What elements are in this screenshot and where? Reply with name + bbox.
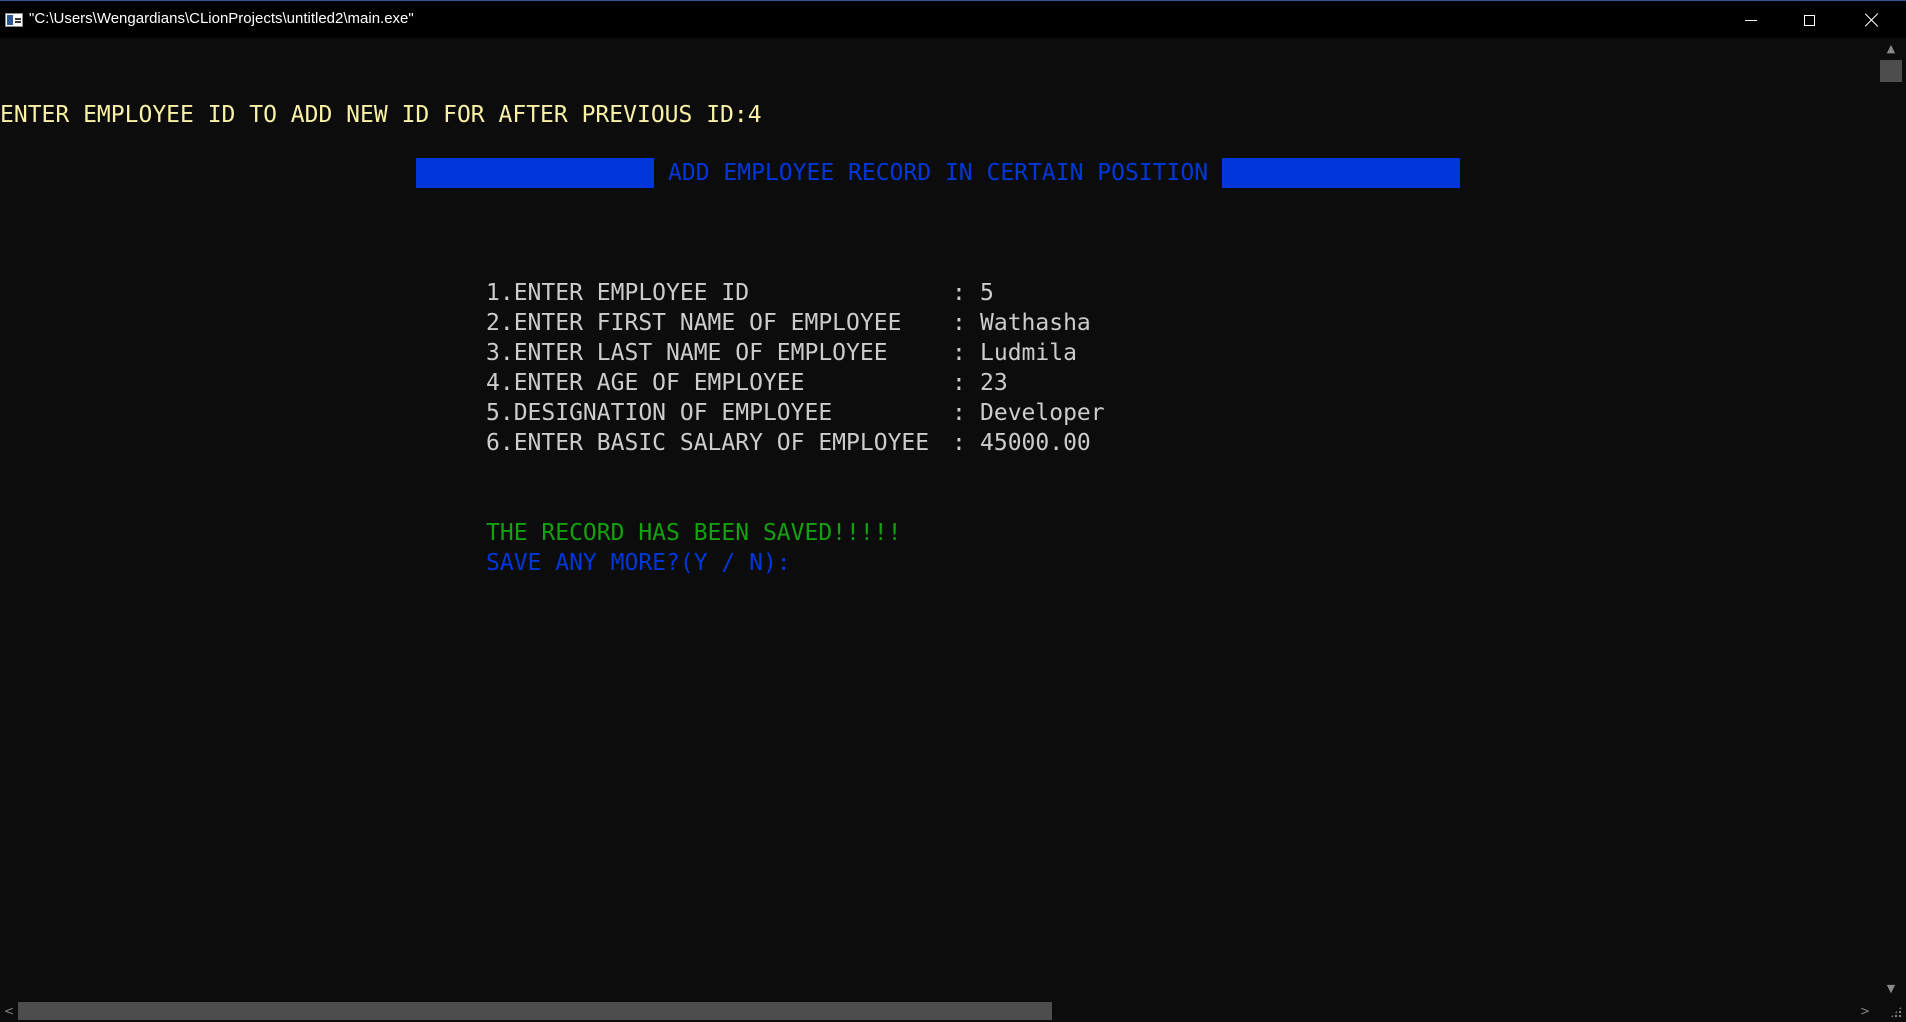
minimize-button[interactable] bbox=[1722, 1, 1780, 39]
form-row-employee-id: 1.ENTER EMPLOYEE ID : 5 bbox=[486, 278, 1105, 308]
form-row-age: 4.ENTER AGE OF EMPLOYEE : 23 bbox=[486, 368, 1105, 398]
window-title: "C:\Users\Wengardians\CLionProjects\unti… bbox=[29, 10, 414, 27]
banner-bar-right bbox=[1222, 158, 1461, 188]
horizontal-scroll-thumb[interactable] bbox=[18, 1002, 1052, 1020]
form-label: 1.ENTER EMPLOYEE ID bbox=[486, 280, 750, 306]
form-value: Developer bbox=[980, 400, 1105, 426]
form-row-basic-salary: 6.ENTER BASIC SALARY OF EMPLOYEE : 45000… bbox=[486, 428, 1105, 458]
save-more-prompt[interactable]: SAVE ANY MORE?(Y / N): bbox=[486, 548, 791, 578]
form-row-first-name: 2.ENTER FIRST NAME OF EMPLOYEE : Wathash… bbox=[486, 308, 1105, 338]
form-separator: : bbox=[952, 370, 966, 396]
employee-id-prompt: ENTER EMPLOYEE ID TO ADD NEW ID FOR AFTE… bbox=[0, 102, 762, 128]
maximize-button[interactable] bbox=[1780, 1, 1838, 39]
form-label: 4.ENTER AGE OF EMPLOYEE bbox=[486, 370, 805, 396]
form-row-designation: 5.DESIGNATION OF EMPLOYEE : Developer bbox=[486, 398, 1105, 428]
console-window: "C:\Users\Wengardians\CLionProjects\unti… bbox=[0, 0, 1906, 1022]
form-separator: : bbox=[952, 310, 966, 336]
minimize-icon bbox=[1745, 19, 1757, 21]
scroll-up-icon[interactable]: ▲ bbox=[1884, 42, 1898, 56]
banner-bar-left bbox=[416, 158, 654, 188]
employee-form: 1.ENTER EMPLOYEE ID : 5 2.ENTER FIRST NA… bbox=[486, 278, 1105, 458]
vertical-scroll-thumb[interactable] bbox=[1880, 60, 1902, 82]
resize-grip-icon bbox=[1890, 1006, 1902, 1018]
close-icon bbox=[1865, 13, 1879, 27]
record-saved-message: THE RECORD HAS BEEN SAVED!!!!! bbox=[486, 520, 902, 546]
maximize-icon bbox=[1803, 14, 1815, 26]
form-value: 23 bbox=[980, 370, 1008, 396]
vertical-scrollbar[interactable]: ▲ ▼ bbox=[1876, 38, 1906, 1000]
form-label: 5.DESIGNATION OF EMPLOYEE bbox=[486, 400, 833, 426]
form-separator: : bbox=[952, 430, 966, 456]
horizontal-scrollbar[interactable]: < > bbox=[0, 1000, 1906, 1022]
form-row-last-name: 3.ENTER LAST NAME OF EMPLOYEE : Ludmila bbox=[486, 338, 1105, 368]
scroll-right-icon[interactable]: > bbox=[1858, 1002, 1872, 1020]
title-bar[interactable]: "C:\Users\Wengardians\CLionProjects\unti… bbox=[0, 0, 1906, 38]
form-value: 5 bbox=[980, 280, 994, 306]
section-banner: ADD EMPLOYEE RECORD IN CERTAIN POSITION bbox=[416, 158, 1461, 188]
form-value: Ludmila bbox=[980, 340, 1077, 366]
form-separator: : bbox=[952, 280, 966, 306]
form-value: Wathasha bbox=[980, 310, 1091, 336]
scroll-left-icon[interactable]: < bbox=[2, 1002, 16, 1020]
console-app-icon[interactable] bbox=[5, 13, 23, 27]
form-value: 45000.00 bbox=[980, 430, 1091, 456]
console-output[interactable]: ENTER EMPLOYEE ID TO ADD NEW ID FOR AFTE… bbox=[0, 38, 1876, 1000]
form-label: 6.ENTER BASIC SALARY OF EMPLOYEE bbox=[486, 430, 930, 456]
close-button[interactable] bbox=[1838, 1, 1906, 39]
banner-title: ADD EMPLOYEE RECORD IN CERTAIN POSITION bbox=[668, 160, 1209, 186]
resize-grip[interactable] bbox=[1880, 1000, 1906, 1022]
form-separator: : bbox=[952, 340, 966, 366]
form-label: 3.ENTER LAST NAME OF EMPLOYEE bbox=[486, 340, 888, 366]
form-separator: : bbox=[952, 400, 966, 426]
form-label: 2.ENTER FIRST NAME OF EMPLOYEE bbox=[486, 310, 902, 336]
scroll-down-icon[interactable]: ▼ bbox=[1884, 982, 1898, 996]
